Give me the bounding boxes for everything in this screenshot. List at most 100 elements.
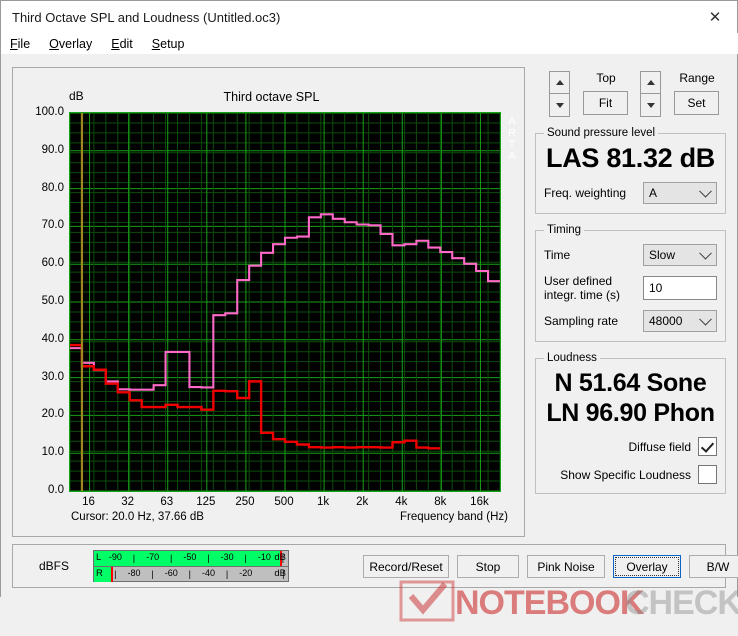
meter-tick-mark: |: [244, 553, 247, 563]
meter-tick-mark: |: [170, 553, 173, 563]
loudness-phon-value: LN 96.90 Phon: [546, 399, 715, 427]
freq-weighting-select[interactable]: A: [643, 182, 717, 204]
sampling-rate-select[interactable]: 48000: [643, 310, 717, 332]
integration-time-row: User defined integr. time (s) 10: [544, 274, 717, 302]
pink-noise-button[interactable]: Pink Noise: [527, 555, 605, 578]
loudness-group: Loudness N 51.64 Sone LN 96.90 Phon Diff…: [535, 352, 726, 494]
x-tick-label: 4k: [395, 496, 408, 508]
meter-row-right: R dB -80 | -60 | -40 | -20 | |: [94, 567, 288, 582]
meter-tick-mark: |: [281, 553, 285, 563]
meter-tick-label: -20: [239, 568, 253, 578]
top-spinner[interactable]: [549, 71, 570, 117]
spl-group: Sound pressure level LAS 81.32 dB Freq. …: [535, 127, 726, 214]
x-tick-label: 63: [160, 496, 174, 508]
time-label: Time: [544, 248, 571, 262]
diffuse-field-checkbox[interactable]: [698, 437, 717, 456]
top-label: Top: [596, 71, 616, 85]
y-tick-label: 0.0: [48, 484, 64, 496]
record-reset-button[interactable]: Record/Reset: [363, 555, 449, 578]
x-tick-label: 32: [121, 496, 135, 508]
app-window: Third Octave SPL and Loudness (Untitled.…: [0, 0, 738, 622]
y-tick-label: 90.0: [41, 143, 64, 156]
top-spinner-up[interactable]: [549, 71, 570, 94]
scale-controls: Top Fit Range Set: [535, 67, 726, 121]
y-tick-label: 10.0: [41, 446, 64, 459]
y-tick-label: 20.0: [41, 408, 64, 421]
stop-button[interactable]: Stop: [457, 555, 519, 578]
timing-legend: Timing: [547, 224, 582, 236]
x-tick-label: 8k: [434, 496, 447, 508]
show-specific-loudness-checkbox[interactable]: [698, 465, 717, 484]
show-specific-loudness-row[interactable]: Show Specific Loudness: [544, 465, 717, 484]
x-tick-label: 500: [274, 496, 294, 508]
x-tick-label: 250: [235, 496, 255, 508]
graph-panel: dB Third octave SPL 100.0 90.0 80.0 70.0 60.…: [12, 67, 525, 537]
overlay-button[interactable]: Overlay: [613, 555, 681, 578]
meter-tick-label: -50: [183, 552, 197, 562]
notebookcheck-watermark: NOTEBOOK CHECK: [397, 580, 738, 636]
y-tick-label: 40.0: [41, 332, 64, 345]
meter-tick-mark: |: [225, 569, 229, 579]
window-title: Third Octave SPL and Loudness (Untitled.…: [12, 9, 281, 25]
bw-button[interactable]: B/W: [689, 555, 738, 578]
spl-value: LAS 81.32 dB: [546, 143, 715, 173]
meter-tick-label: -10: [257, 552, 271, 562]
bottom-toolbar: dBFS L dB -90 | -70 | -50 | -30 | -10 | R dB -80 |…: [12, 544, 738, 588]
meter-peak-right: [111, 567, 114, 582]
meter-tick-mark: |: [151, 569, 154, 579]
menu-overlay[interactable]: Overlay: [49, 37, 92, 51]
sampling-rate-value: 48000: [649, 314, 683, 328]
y-tick-label: 100.0: [35, 106, 64, 118]
freq-weighting-label: Freq. weighting: [544, 186, 627, 200]
meter-tick-mark: |: [114, 569, 117, 579]
freq-weighting-value: A: [649, 186, 658, 200]
title-bar: Third Octave SPL and Loudness (Untitled.…: [1, 1, 737, 33]
range-spinner[interactable]: [640, 71, 661, 117]
close-icon[interactable]: ✕: [693, 1, 737, 32]
triangle-up-icon: [646, 80, 655, 85]
integration-time-label: User defined integr. time (s): [544, 274, 643, 302]
triangle-down-icon: [646, 102, 655, 108]
top-spinner-down[interactable]: [549, 94, 570, 117]
time-select[interactable]: Slow: [643, 244, 717, 266]
chevron-down-icon: [699, 246, 712, 260]
x-tick-label: 1k: [317, 496, 330, 508]
meter-row-left: L dB -90 | -70 | -50 | -30 | -10 |: [94, 551, 288, 567]
plot-area[interactable]: [69, 112, 501, 492]
meter-tick-mark: |: [207, 553, 210, 563]
time-value: Slow: [649, 248, 676, 262]
watermark-text-gray: CHECK: [625, 584, 738, 622]
right-control-column: Top Fit Range Set Sound pressure level L…: [535, 67, 726, 504]
chevron-down-icon: [699, 184, 712, 198]
arta-letter: A: [508, 149, 516, 162]
range-set-button[interactable]: Set: [674, 91, 719, 115]
range-label: Range: [679, 71, 715, 85]
range-spinner-down[interactable]: [640, 94, 661, 117]
meter-channel-right: R: [96, 568, 103, 579]
integration-time-label-line1: User defined: [544, 274, 613, 288]
x-tick-label: 2k: [356, 496, 369, 508]
menu-file[interactable]: File: [10, 37, 30, 51]
arta-letter: T: [508, 138, 516, 150]
menu-bar: File Overlay Edit Setup: [1, 33, 738, 54]
triangle-down-icon: [555, 102, 564, 108]
diffuse-field-row[interactable]: Diffuse field: [544, 437, 717, 456]
menu-edit[interactable]: Edit: [111, 37, 133, 51]
y-tick-label: 30.0: [41, 370, 64, 383]
y-tick-label: 50.0: [41, 295, 64, 307]
y-axis-labels: 100.0 90.0 80.0 70.0 60.0 50.0 40.0 30.0 20.0 10.…: [13, 68, 67, 498]
dbfs-label: dBFS: [39, 559, 70, 573]
meter-tick-label: -70: [146, 552, 160, 562]
top-fit-button[interactable]: Fit: [583, 91, 628, 115]
sampling-rate-row: Sampling rate 48000: [544, 310, 717, 332]
input-level-meter: L dB -90 | -70 | -50 | -30 | -10 | R dB -80 | -60 | -…: [93, 550, 289, 582]
x-tick-label: 125: [196, 496, 216, 508]
menu-setup[interactable]: Setup: [152, 37, 185, 51]
meter-tick-mark: |: [132, 553, 136, 563]
loudness-legend: Loudness: [547, 352, 597, 364]
integration-time-input[interactable]: 10: [643, 276, 717, 300]
sampling-rate-label: Sampling rate: [544, 314, 619, 328]
arta-letter: A: [508, 115, 516, 127]
range-spinner-up[interactable]: [640, 71, 661, 94]
x-axis-title: Frequency band (Hz): [399, 511, 508, 523]
